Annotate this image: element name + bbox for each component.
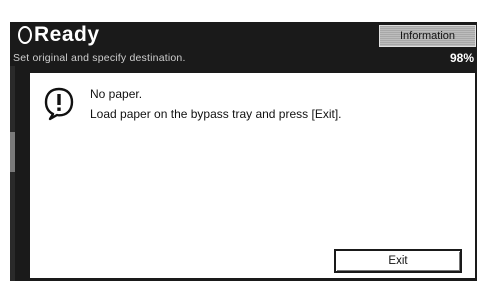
printer-panel-screen: Ready Set original and specify destinati…	[0, 0, 477, 281]
dialog-body: No paper. Load paper on the bypass tray …	[28, 71, 477, 280]
ready-status-icon	[18, 26, 32, 44]
status-header: Ready Set original and specify destinati…	[10, 22, 477, 66]
information-button[interactable]: Information	[379, 25, 476, 47]
message-instruction: Load paper on the bypass tray and press …	[90, 107, 342, 121]
warning-icon	[44, 87, 74, 121]
status-subtitle: Set original and specify destination.	[13, 52, 186, 64]
exit-button[interactable]: Exit	[334, 249, 462, 273]
message-dialog: No paper. Load paper on the bypass tray …	[15, 66, 477, 281]
status-title-text: Ready	[34, 23, 100, 46]
memory-indicator: 98%	[449, 51, 474, 65]
status-title: Ready	[18, 22, 100, 48]
message-title: No paper.	[90, 87, 143, 101]
